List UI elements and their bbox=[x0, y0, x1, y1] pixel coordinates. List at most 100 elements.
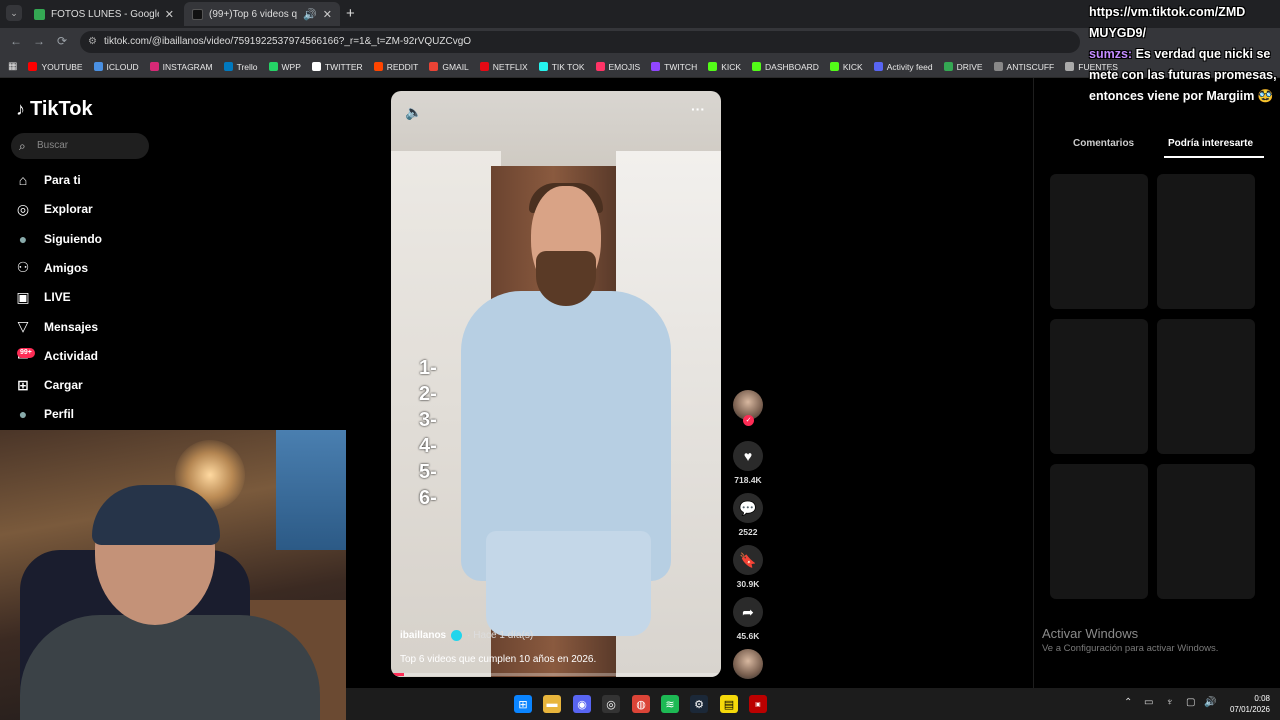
bookmark-twitter[interactable]: TWITTER bbox=[311, 62, 363, 72]
nav-item-explorar[interactable]: ◎ Explorar bbox=[14, 198, 93, 220]
steam-icon[interactable]: ⚙ bbox=[690, 695, 708, 713]
suggested-video-thumb[interactable] bbox=[1050, 174, 1148, 309]
suggested-video-thumb[interactable] bbox=[1050, 464, 1148, 599]
nav-item-cargar[interactable]: ⊞ Cargar bbox=[14, 374, 83, 396]
bookmark-wpp[interactable]: WPP bbox=[268, 62, 301, 72]
system-clock[interactable]: 0:08 07/01/2026 bbox=[1226, 693, 1270, 715]
upload-icon: ⊞ bbox=[17, 376, 29, 393]
tab-title: (99+)Top 6 videos que cum bbox=[209, 8, 298, 20]
network-icon[interactable]: ▢ bbox=[1186, 697, 1195, 708]
spotify-icon[interactable]: ≋ bbox=[661, 695, 679, 713]
discord-icon[interactable]: ◉ bbox=[573, 695, 591, 713]
address-bar[interactable]: ⚙ tiktok.com/@ibaillanos/video/759192253… bbox=[80, 31, 1080, 53]
nav-item-para-ti[interactable]: ⌂ Para ti bbox=[14, 169, 81, 191]
nav-item-mensajes[interactable]: ▽ Mensajes bbox=[14, 316, 98, 338]
bookmark-drive[interactable]: DRIVE bbox=[943, 62, 983, 72]
bookmark-instagram[interactable]: INSTAGRAM bbox=[149, 62, 213, 72]
video-caption: Top 6 videos que cumplen 10 años en 2026… bbox=[400, 654, 597, 665]
bookmark-netflix[interactable]: NETFLIX bbox=[479, 62, 528, 72]
bookmark-icon: 🔖 bbox=[733, 545, 763, 575]
bookmark-kick[interactable]: KICK bbox=[829, 62, 863, 72]
bookmark-tik-tok[interactable]: TIK TOK bbox=[538, 62, 585, 72]
video-player[interactable]: 🔈 ··· 1- 2- 3- 4- 5- 6- ibaillanos · Hace 1 d… bbox=[391, 91, 721, 677]
search-placeholder: Buscar bbox=[37, 140, 69, 151]
save-button[interactable]: 🔖 30.9K bbox=[732, 545, 764, 589]
suggested-video-thumb[interactable] bbox=[1157, 174, 1255, 309]
speaker-icon[interactable]: 🔊 bbox=[303, 8, 317, 21]
bookmark-gmail[interactable]: GMAIL bbox=[429, 61, 469, 72]
start-icon[interactable]: ⊞ bbox=[514, 695, 532, 713]
tray-app-icon[interactable]: ▭ bbox=[1144, 697, 1153, 708]
bookmark-kick[interactable]: KICK bbox=[708, 62, 741, 72]
tab-comments[interactable]: Comentarios bbox=[1073, 138, 1134, 149]
comment-button[interactable]: 💬 2522 bbox=[732, 493, 764, 537]
nav-item-perfil[interactable]: ● Perfil bbox=[14, 403, 74, 425]
bookmark-twitch[interactable]: TWITCH bbox=[651, 62, 697, 72]
bookmark-reddit[interactable]: REDDIT bbox=[373, 62, 418, 72]
site-info-icon[interactable]: ⚙ bbox=[88, 31, 97, 53]
file-explorer-icon[interactable]: ▬ bbox=[543, 695, 561, 713]
like-button[interactable]: ♥ 718.4K bbox=[732, 441, 764, 485]
bookmark-icon bbox=[223, 62, 233, 71]
apps-icon[interactable]: ▦ bbox=[8, 61, 17, 72]
close-icon[interactable]: ✕ bbox=[165, 8, 174, 21]
tiktok-logo[interactable]: ♪ TikTok bbox=[16, 98, 93, 121]
bookmark-label: GMAIL bbox=[442, 61, 469, 72]
nav-item-siguiendo[interactable]: ● Siguiendo bbox=[14, 228, 102, 250]
follow-check-icon[interactable]: ✓ bbox=[743, 415, 754, 426]
tray-chevron-icon[interactable]: ⌃ bbox=[1124, 697, 1132, 708]
bookmark-emojis[interactable]: EMOJIS bbox=[595, 62, 640, 72]
streamer-hoodie bbox=[20, 615, 320, 720]
suggested-video-thumb[interactable] bbox=[1157, 464, 1255, 599]
bookmark-antiscuff[interactable]: ANTISCUFF bbox=[993, 61, 1055, 72]
volume-tray-icon[interactable]: 🔊 bbox=[1204, 697, 1216, 708]
new-tab-button[interactable]: + bbox=[346, 5, 355, 22]
bookmark-youtube[interactable]: YOUTUBE bbox=[28, 62, 83, 72]
forward-icon[interactable]: → bbox=[33, 34, 45, 48]
bookmark-icon bbox=[1065, 62, 1075, 71]
search-input[interactable]: ⌕ Buscar bbox=[11, 133, 149, 159]
bookmark-icon bbox=[373, 62, 383, 71]
bookmark-icon bbox=[149, 62, 159, 71]
app-icon[interactable]: ▣ bbox=[749, 695, 767, 713]
tab-tiktok[interactable]: (99+)Top 6 videos que cum 🔊 ✕ bbox=[184, 2, 340, 26]
chrome-icon[interactable]: ◍ bbox=[632, 695, 650, 713]
right-panel: Comentarios Podría interesarte Activar W… bbox=[1033, 78, 1280, 688]
video-author[interactable]: ibaillanos · Hace 1 día(s) bbox=[400, 630, 533, 641]
bookmark-label: Trello bbox=[236, 61, 258, 72]
nav-item-amigos[interactable]: ⚇ Amigos bbox=[14, 257, 88, 279]
nav-label: Perfil bbox=[44, 407, 75, 422]
share-button[interactable]: ➦ 45.6K bbox=[732, 597, 764, 641]
tab-google-drive[interactable]: FOTOS LUNES - Google Drive ✕ bbox=[26, 2, 182, 26]
bookmark-trello[interactable]: Trello bbox=[223, 61, 258, 72]
heart-icon: ♥ bbox=[733, 441, 763, 471]
suggested-video-thumb[interactable] bbox=[1157, 319, 1255, 454]
bookmark-activity-feed[interactable]: Activity feed bbox=[873, 62, 933, 72]
bookmark-dashboard[interactable]: DASHBOARD bbox=[752, 62, 819, 72]
close-icon[interactable]: ✕ bbox=[323, 8, 332, 21]
reload-icon[interactable]: ⟳ bbox=[57, 34, 67, 48]
verified-icon bbox=[451, 630, 463, 641]
nav-item-live[interactable]: ▣ LIVE bbox=[14, 286, 70, 308]
windows-taskbar: ⊞ ▬ ◉ ◎ ◍ ≋ ⚙ ▤ ▣ ⌃ ▭ ♆ ▢ 🔊 0:08 07/01/2… bbox=[346, 688, 1280, 720]
share-count: 45.6K bbox=[736, 631, 760, 641]
sticky-notes-icon[interactable]: ▤ bbox=[720, 695, 738, 713]
more-options-icon[interactable]: ··· bbox=[691, 101, 705, 117]
suggested-video-thumb[interactable] bbox=[1050, 319, 1148, 454]
bookmark-icloud[interactable]: ICLOUD bbox=[93, 61, 139, 72]
microphone-icon[interactable]: ♆ bbox=[1166, 697, 1174, 708]
bookmark-label: ANTISCUFF bbox=[1006, 61, 1055, 72]
volume-icon[interactable]: 🔈 bbox=[405, 104, 422, 121]
tab-search-button[interactable]: ⌄ bbox=[6, 5, 22, 21]
rank-label: 5- bbox=[419, 461, 437, 483]
compass-icon: ◎ bbox=[16, 200, 30, 217]
bookmark-icon bbox=[873, 62, 883, 71]
browser-tab-bar: ⌄ FOTOS LUNES - Google Drive ✕ (99+)Top … bbox=[0, 0, 1280, 28]
obs-icon[interactable]: ◎ bbox=[602, 695, 620, 713]
tab-might-interest[interactable]: Podría interesarte bbox=[1168, 138, 1253, 149]
author-username[interactable]: ibaillanos bbox=[400, 630, 446, 641]
back-icon[interactable]: ← bbox=[10, 34, 22, 48]
video-progress-bar[interactable] bbox=[391, 673, 721, 676]
bookmark-label: ICLOUD bbox=[106, 61, 139, 72]
sound-avatar[interactable] bbox=[733, 649, 763, 679]
